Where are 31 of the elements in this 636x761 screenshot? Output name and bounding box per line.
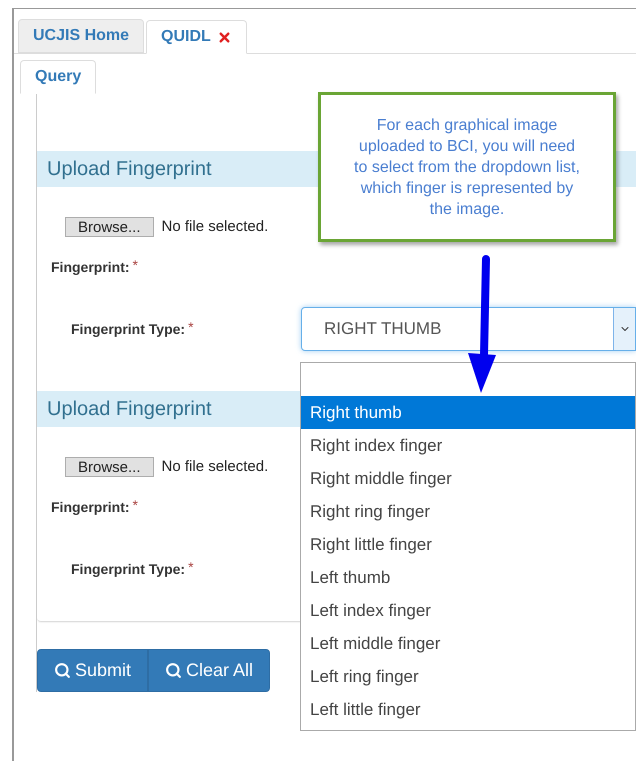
required-mark: * [188,558,194,576]
browse-button[interactable]: Browse... [65,457,154,477]
required-mark: * [132,256,138,274]
dropdown-option[interactable]: Left little finger [301,693,635,726]
close-icon[interactable] [216,30,232,44]
required-mark: * [188,318,194,336]
search-icon [165,662,182,679]
field-label: Fingerprint: [51,258,130,277]
field-label: Fingerprint Type: [71,560,186,579]
dropdown-option[interactable]: Left index finger [301,594,635,627]
dropdown-option[interactable]: Left ring finger [301,660,635,693]
dropdown-option[interactable]: Left thumb [301,561,635,594]
dropdown-option[interactable]: Right middle finger [301,462,635,495]
dropdown-option[interactable]: Right thumb [301,396,635,429]
browse-button[interactable]: Browse... [65,217,154,237]
tab[interactable]: QUIDL [146,20,247,54]
required-mark: * [132,496,138,514]
dropdown-option[interactable]: Right ring finger [301,495,635,528]
search-icon [54,662,71,679]
field-label: Fingerprint Type: [71,320,186,339]
dropdown-option[interactable]: Left middle finger [301,627,635,660]
action-button[interactable]: Submit [37,649,148,692]
select-field[interactable]: RIGHT THUMB [301,307,636,351]
file-status: No file selected. [162,456,268,477]
file-status: No file selected. [162,216,268,237]
action-button[interactable]: Clear All [148,649,270,692]
tab[interactable]: Query [20,60,96,94]
tab[interactable]: UCJIS Home [18,19,144,53]
field-label: Fingerprint: [51,498,130,517]
dropdown-option[interactable]: Right index finger [301,429,635,462]
dropdown-option[interactable]: Right little finger [301,528,635,561]
